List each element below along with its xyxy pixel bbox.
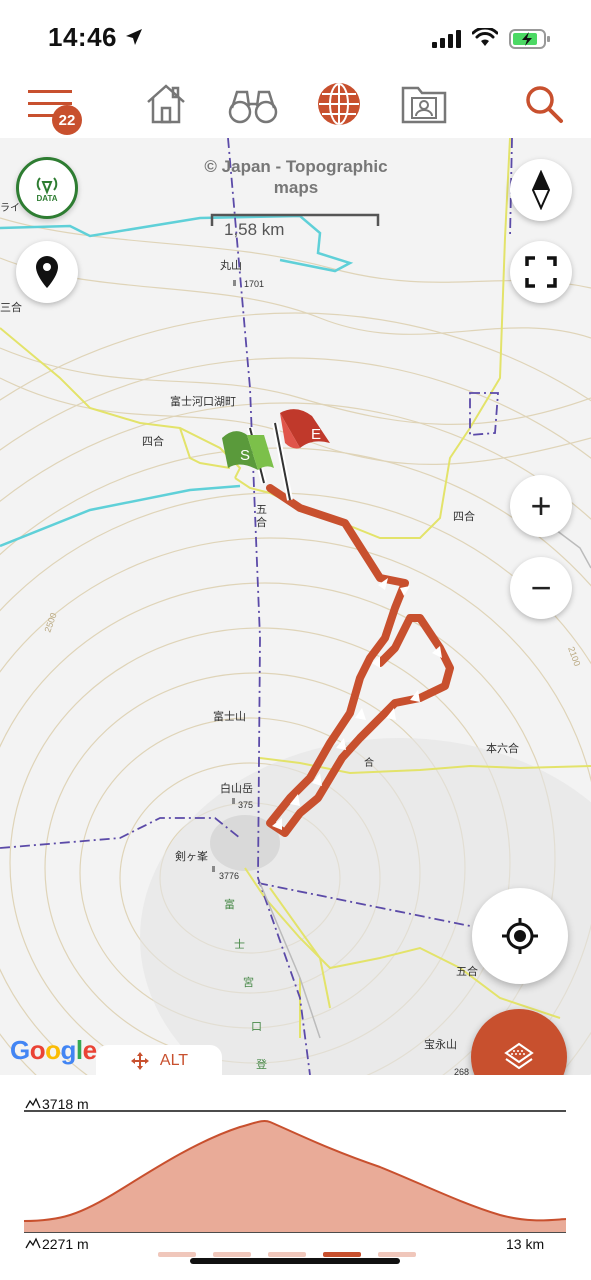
label-gogou-a: 五 [256,504,267,516]
page-indicator[interactable] [158,1252,416,1257]
label-fujisan: 富士山 [213,709,246,723]
zoom-out-button[interactable]: − [510,557,572,619]
label-miyaguchi-5: 登 [256,1057,267,1071]
label-miyaguchi-4: 口 [251,1021,262,1033]
label-miyaguchi-1: 富 [224,897,235,911]
cellular-signal-icon [432,30,461,48]
data-badge-label: DATA [36,193,58,203]
end-flag-icon[interactable] [272,409,330,501]
label-houeizan: 宝永山 [424,1037,457,1051]
binoculars-button[interactable] [225,76,281,132]
location-arrow-icon [126,29,142,45]
page-dot[interactable] [268,1252,306,1257]
label-kengamine: 剣ヶ峯 [175,850,208,863]
altitude-tab-label: ALT [159,1052,189,1069]
layers-icon [504,1042,534,1070]
max-elevation: 3718 m [42,1096,89,1112]
fullscreen-button[interactable] [510,241,572,303]
altitude-tab[interactable]: ALT [96,1045,222,1075]
search-button[interactable] [516,76,572,132]
place-pin-button[interactable] [16,241,78,303]
label-rokugou: 本六合 [486,741,519,755]
wifi-icon [472,28,498,46]
globe-button[interactable] [311,76,367,132]
search-icon [526,86,563,123]
label-elev-268: 268 [454,1067,469,1075]
start-flag-letter: S [240,447,250,464]
min-elevation: 2271 m [42,1236,89,1252]
page-dot[interactable] [213,1252,251,1257]
battery-charging-icon [509,29,550,49]
label-raiza: ライ [0,202,20,214]
label-marugame: 丸山 [220,259,242,272]
page-dot[interactable] [158,1252,196,1257]
notification-badge: 22 [52,105,82,135]
top-nav: 22 [0,70,591,139]
label-gogou-small: 合 [364,756,374,769]
locate-me-button[interactable] [472,888,568,984]
label-yongou-right: 四合 [453,509,475,523]
globe-icon [318,83,360,125]
google-logo: Google [10,1035,97,1065]
compass-icon [531,170,551,210]
zoom-in-button[interactable]: + [510,475,572,537]
mountain-max-icon [25,1097,41,1109]
status-time: 14:46 [48,22,117,52]
broadcast-icon [36,176,58,195]
elevation-area [24,1120,566,1232]
map-pin-icon [36,256,58,288]
total-distance: 13 km [506,1236,545,1252]
status-bar: 14:46 [0,0,591,70]
home-indicator[interactable] [190,1258,400,1264]
data-badge[interactable]: DATA [16,157,78,219]
page-dot-active[interactable] [323,1252,361,1257]
topographic-map[interactable]: 丸山 1701 三合 ライ 富士河口湖町 四合 五 合 四合 2500 2100… [0,138,591,1075]
end-flag-letter: E [311,426,321,443]
label-sangou: 三合 [0,300,22,314]
page-dot[interactable] [378,1252,416,1257]
scale-label: 1,58 km [224,220,285,239]
map-attribution: © Japan - Topographic maps [204,157,388,197]
zoom-in-label: + [530,485,552,526]
label-gogou-b: 合 [256,515,267,529]
mountain-min-icon [25,1237,41,1249]
crosshair-icon [502,918,538,954]
home-button[interactable] [138,76,194,132]
elevation-profile[interactable]: 3718 m 2271 m 13 km [0,1075,591,1280]
label-gogou-right: 五合 [456,964,478,978]
zoom-out-label: − [530,567,552,608]
label-contour-2100: 2100 [566,645,582,667]
home-icon [147,84,185,124]
label-yongou-left: 四合 [142,434,164,448]
move-arrows-icon [130,1052,149,1070]
contacts-folder-button[interactable] [396,76,452,132]
contact-folder-icon [401,86,447,124]
label-miyaguchi-2: 士 [234,938,245,951]
label-fujikawaguchiko: 富士河口湖町 [170,394,236,408]
label-contour-2500: 2500 [42,611,58,633]
label-elev-375: 375 [238,800,253,810]
binoculars-icon [228,90,278,124]
fullscreen-icon [525,256,557,288]
label-miyaguchi-3: 宮 [243,975,254,989]
label-elev-1701: 1701 [244,279,264,289]
label-elev-3776: 3776 [219,871,239,881]
label-hakusan: 白山岳 [220,781,253,795]
compass-button[interactable] [510,159,572,221]
